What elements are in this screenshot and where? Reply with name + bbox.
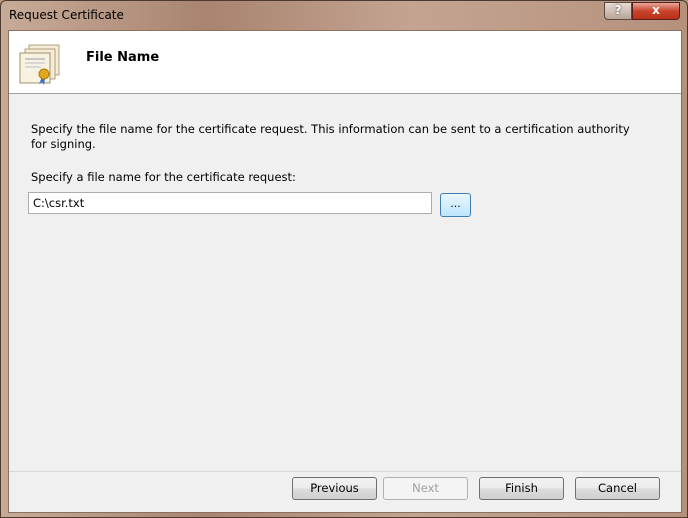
wizard-header: File Name bbox=[9, 31, 681, 94]
previous-button[interactable]: Previous bbox=[292, 477, 377, 500]
page-title: File Name bbox=[86, 50, 160, 65]
dialog-client: File Name Specify the file name for the … bbox=[8, 30, 682, 513]
help-button[interactable]: ? bbox=[604, 2, 632, 20]
finish-button[interactable]: Finish bbox=[479, 477, 564, 500]
next-button[interactable]: Next bbox=[383, 477, 468, 500]
close-button[interactable]: x bbox=[632, 2, 680, 20]
window-title: Request Certificate bbox=[9, 8, 124, 22]
dialog-window: Request Certificate ? x File Name Specif… bbox=[0, 0, 688, 518]
footer-divider bbox=[9, 471, 681, 472]
file-name-label: Specify a file name for the certificate … bbox=[31, 170, 296, 184]
file-name-input[interactable]: C:\csr.txt bbox=[28, 192, 432, 214]
browse-button[interactable]: ... bbox=[440, 193, 471, 217]
certificate-icon bbox=[19, 44, 60, 85]
cancel-button[interactable]: Cancel bbox=[575, 477, 660, 500]
description-text: Specify the file name for the certificat… bbox=[31, 122, 630, 151]
